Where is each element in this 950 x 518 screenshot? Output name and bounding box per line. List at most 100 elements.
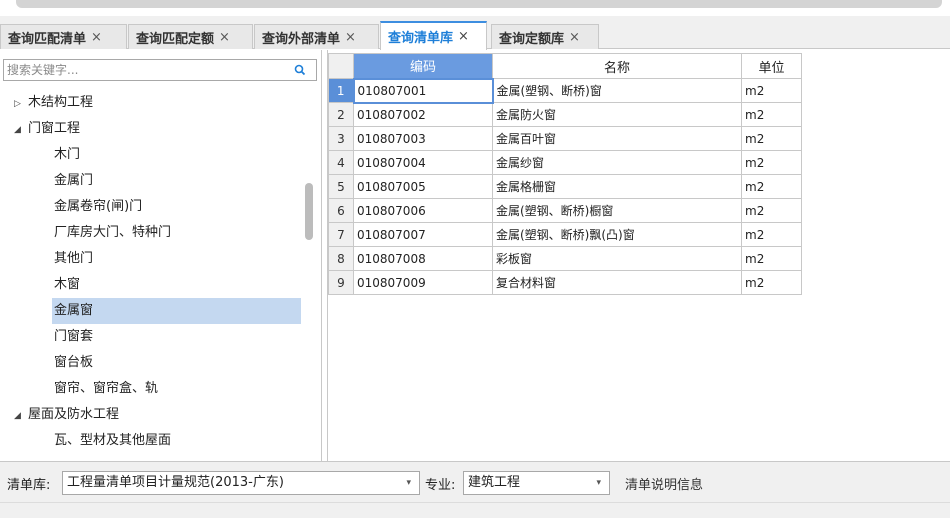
cell-unit[interactable]: m2 (741, 198, 802, 223)
close-icon[interactable]: × (219, 30, 230, 45)
cell-code[interactable]: 010807004 (353, 150, 493, 175)
tab-label: 查询匹配定额 (136, 31, 215, 47)
cell-unit[interactable]: m2 (741, 174, 802, 199)
column-header-unit[interactable]: 单位 (741, 53, 802, 79)
cell-unit[interactable]: m2 (741, 246, 802, 271)
tree-item-label: 金属门 (54, 173, 94, 188)
cell-name[interactable]: 金属百叶窗 (492, 126, 742, 151)
tree-item[interactable]: 金属卷帘(闸)门 (54, 194, 142, 220)
cell-code[interactable]: 010807005 (353, 174, 493, 199)
list-grid: 编码 名称 单位 1 010807001 金属(塑钢、断桥)窗 m2 2 01080700… (328, 53, 802, 295)
top-strip (0, 0, 950, 16)
cell-unit[interactable]: m2 (741, 270, 802, 295)
tab-label: 查询匹配清单 (8, 31, 87, 47)
tree-item[interactable]: 木门 (54, 142, 80, 168)
row-number[interactable]: 7 (328, 222, 354, 247)
tab-label: 查询定额库 (499, 31, 565, 47)
cell-name[interactable]: 金属(塑钢、断桥)橱窗 (492, 198, 742, 223)
close-icon[interactable]: × (458, 29, 469, 44)
row-number[interactable]: 9 (328, 270, 354, 295)
tab-query-external-list[interactable]: 查询外部清单 × (254, 24, 379, 49)
tree-item[interactable]: 木窗 (54, 272, 80, 298)
search-input[interactable] (4, 60, 284, 80)
cell-name[interactable]: 复合材料窗 (492, 270, 742, 295)
row-number[interactable]: 3 (328, 126, 354, 151)
tree-item[interactable]: 门窗套 (54, 324, 93, 350)
expand-arrow-icon[interactable]: ▷ (14, 91, 28, 117)
tree-item[interactable]: 窗台板 (54, 350, 93, 376)
tab-query-match-quota[interactable]: 查询匹配定额 × (128, 24, 253, 49)
cell-code[interactable]: 010807001 (352, 77, 494, 104)
row-number[interactable]: 4 (328, 150, 354, 175)
cell-name[interactable]: 金属(塑钢、断桥)飘(凸)窗 (492, 222, 742, 247)
row-number[interactable]: 1 (328, 78, 354, 103)
cell-unit[interactable]: m2 (741, 222, 802, 247)
tree-item[interactable]: 其他门 (54, 246, 93, 272)
close-icon[interactable]: × (91, 30, 102, 45)
table-row[interactable]: 4 010807004 金属纱窗 m2 (328, 150, 802, 175)
search-icon[interactable] (294, 64, 306, 76)
cell-unit[interactable]: m2 (741, 126, 802, 151)
cell-unit[interactable]: m2 (741, 78, 802, 103)
cell-code[interactable]: 010807002 (353, 102, 493, 127)
tree-item[interactable]: 金属窗 (52, 298, 301, 324)
tree-item-label: 木窗 (54, 277, 81, 292)
top-scrollbar[interactable] (16, 0, 942, 8)
row-number[interactable]: 2 (328, 102, 354, 127)
tree-item-label: 金属卷帘(闸)门 (54, 199, 143, 214)
row-number[interactable]: 6 (328, 198, 354, 223)
specialty-label: 专业: (425, 478, 456, 493)
table-row[interactable]: 2 010807002 金属防火窗 m2 (328, 102, 802, 127)
tab-bar: 查询匹配清单 × 查询匹配定额 × 查询外部清单 × 查询清单库 × 查询定额库… (0, 16, 950, 50)
cell-code[interactable]: 010807003 (353, 126, 493, 151)
library-label: 清单库: (7, 478, 51, 493)
cell-name[interactable]: 金属防火窗 (492, 102, 742, 127)
table-row[interactable]: 8 010807008 彩板窗 m2 (328, 246, 802, 271)
list-info-button[interactable]: 清单说明信息 (625, 474, 703, 493)
tree-item[interactable]: 瓦、型材及其他屋面 (54, 428, 171, 454)
table-row[interactable]: 7 010807007 金属(塑钢、断桥)飘(凸)窗 m2 (328, 222, 802, 247)
row-number[interactable]: 8 (328, 246, 354, 271)
grid-corner (328, 53, 354, 79)
cell-code[interactable]: 010807009 (353, 270, 493, 295)
cell-name[interactable]: 金属格栅窗 (492, 174, 742, 199)
table-row[interactable]: 1 010807001 金属(塑钢、断桥)窗 m2 (328, 77, 802, 104)
table-row[interactable]: 6 010807006 金属(塑钢、断桥)橱窗 m2 (328, 198, 802, 223)
table-row[interactable]: 3 010807003 金属百叶窗 m2 (328, 126, 802, 151)
tree-item[interactable]: 窗帘、窗帘盒、轨 (54, 376, 158, 402)
table-row[interactable]: 9 010807009 复合材料窗 m2 (328, 270, 802, 295)
tree-item-label: 门窗工程 (28, 121, 81, 136)
collapse-arrow-icon[interactable]: ◢ (14, 403, 28, 429)
specialty-select[interactable]: 建筑工程 ▾ (463, 471, 610, 495)
tree-item-label: 窗台板 (54, 355, 94, 370)
close-icon[interactable]: × (345, 30, 356, 45)
table-row[interactable]: 5 010807005 金属格栅窗 m2 (328, 174, 802, 199)
cell-name[interactable]: 金属(塑钢、断桥)窗 (492, 78, 742, 103)
column-header-code[interactable]: 编码 (353, 53, 493, 79)
tree-item[interactable]: 厂库房大门、特种门 (54, 220, 171, 246)
row-number[interactable]: 5 (328, 174, 354, 199)
cell-code[interactable]: 010807007 (353, 222, 493, 247)
tree-item[interactable]: 金属门 (54, 168, 93, 194)
chevron-down-icon: ▾ (596, 478, 601, 488)
tab-query-quota-library[interactable]: 查询定额库 × (491, 24, 599, 49)
cell-unit[interactable]: m2 (741, 102, 802, 127)
chevron-down-icon: ▾ (406, 478, 411, 488)
tree-item[interactable]: ◢ 门窗工程 (14, 116, 80, 142)
cell-unit[interactable]: m2 (741, 150, 802, 175)
tree-item-label: 其他门 (54, 251, 94, 266)
library-select[interactable]: 工程量清单项目计量规范(2013-广东) ▾ (62, 471, 420, 495)
tab-query-match-list[interactable]: 查询匹配清单 × (0, 24, 127, 49)
column-header-name[interactable]: 名称 (492, 53, 742, 79)
cell-code[interactable]: 010807006 (353, 198, 493, 223)
cell-code[interactable]: 010807008 (353, 246, 493, 271)
tab-query-list-library[interactable]: 查询清单库 × (380, 21, 487, 50)
collapse-arrow-icon[interactable]: ◢ (14, 117, 28, 143)
cell-name[interactable]: 金属纱窗 (492, 150, 742, 175)
close-icon[interactable]: × (569, 30, 580, 45)
tree-item[interactable]: ◢ 屋面及防水工程 (14, 402, 119, 428)
tree-item[interactable]: ▷ 木结构工程 (14, 90, 93, 116)
cell-name[interactable]: 彩板窗 (492, 246, 742, 271)
search-box (3, 59, 317, 81)
tree-scrollbar-thumb[interactable] (305, 183, 313, 240)
